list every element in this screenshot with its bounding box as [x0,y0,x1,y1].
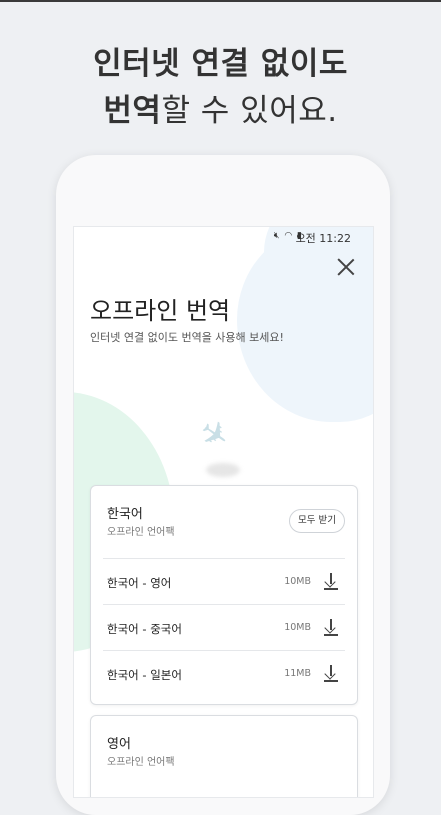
promo-headline: 인터넷 연결 없이도 번역할 수 있어요. [0,38,441,130]
page-title: 오프라인 번역 [90,297,231,325]
pack-item-size: 11MB [284,668,311,679]
pack-item-label: 한국어 - 일본어 [107,668,182,682]
headline-line-1: 인터넷 연결 없이도 [93,46,348,82]
status-bar: 🔇︎ ◠ ▮ 오전 11:22 [74,227,373,247]
headline-line-2: 번역할 수 있어요. [0,85,441,130]
pack-item-label: 한국어 - 영어 [107,576,172,590]
airplane-shadow [206,463,240,477]
pack-subtitle: 오프라인 언어팩 [107,527,175,538]
pack-name: 영어 [107,737,131,752]
pack-item-size: 10MB [284,622,311,633]
pack-name: 한국어 [107,507,143,522]
status-time: 오전 11:22 [295,232,351,245]
page-subtitle: 인터넷 연결 없이도 번역을 사용해 보세요! [90,331,284,344]
pack-subtitle: 오프라인 언어팩 [107,757,175,768]
list-item[interactable]: 한국어 - 중국어 10MB [103,604,345,651]
list-item[interactable]: 한국어 - 영어 10MB [103,558,345,605]
top-edge-line [0,0,441,2]
pack-item-size: 10MB [284,576,311,587]
download-all-button[interactable]: 모두 받기 [289,509,345,533]
language-pack-card-english: 영어 오프라인 언어팩 [90,715,358,797]
pack-item-label: 한국어 - 중국어 [107,622,182,636]
download-icon[interactable] [323,571,339,591]
phone-screen: 🔇︎ ◠ ▮ 오전 11:22 오프라인 번역 인터넷 연결 없이도 번역을 사… [73,226,374,798]
close-icon[interactable] [336,257,356,277]
headline-bold-word: 번역 [103,93,162,129]
list-item[interactable]: 한국어 - 일본어 11MB [103,650,345,697]
airplane-icon: ✈ [191,410,238,460]
download-icon[interactable] [323,617,339,637]
language-pack-card-korean: 한국어 오프라인 언어팩 모두 받기 한국어 - 영어 10MB 한국어 - 중… [90,485,358,705]
download-icon[interactable] [323,663,339,683]
headline-rest: 할 수 있어요. [161,93,338,129]
